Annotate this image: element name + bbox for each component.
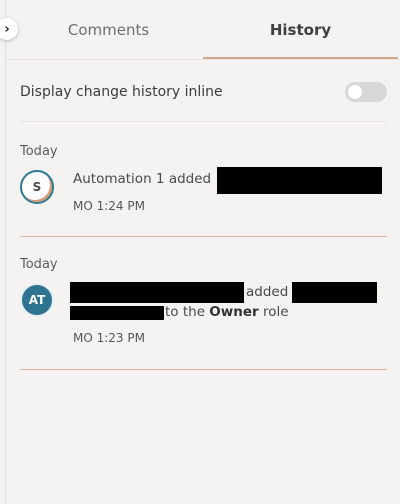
inline-history-label: Display change history inline [20, 84, 223, 100]
history-panel: Comments History Display change history … [5, 0, 400, 504]
redacted-block [70, 282, 244, 303]
inline-history-toggle[interactable] [345, 82, 387, 102]
toggle-knob [348, 85, 362, 99]
avatar: AT [20, 283, 54, 317]
redacted-block [70, 306, 164, 320]
entry-divider [20, 236, 387, 237]
role-name: Owner [209, 304, 259, 320]
entry-actor: Automation 1 [73, 171, 165, 187]
entry-time: MO 1:24 PM [73, 199, 145, 213]
entry-divider [20, 369, 387, 370]
avatar: S [20, 170, 54, 204]
redacted-block [217, 167, 382, 194]
tab-comments-label: Comments [67, 21, 150, 39]
avatar-initials: S [32, 180, 42, 194]
entry-action: added [246, 284, 289, 300]
entry-role-text: to the Owner role [165, 304, 289, 320]
entry-day-label: Today [20, 144, 58, 159]
entry-action: added [168, 171, 212, 187]
tab-history[interactable]: History [203, 0, 398, 60]
avatar-initials: AT [28, 293, 46, 307]
divider [20, 121, 387, 122]
tab-bar: Comments History [6, 0, 400, 60]
tab-comments[interactable]: Comments [11, 0, 206, 60]
entry-time: MO 1:23 PM [73, 331, 145, 345]
role-prefix: to the [165, 304, 205, 320]
entry-day-label: Today [20, 257, 58, 272]
tab-history-label: History [269, 21, 332, 39]
entry-text: Automation 1 added [73, 171, 211, 187]
role-suffix: role [262, 304, 289, 320]
redacted-block [292, 282, 377, 303]
active-tab-indicator [203, 57, 398, 59]
inline-history-setting: Display change history inline [20, 72, 387, 112]
